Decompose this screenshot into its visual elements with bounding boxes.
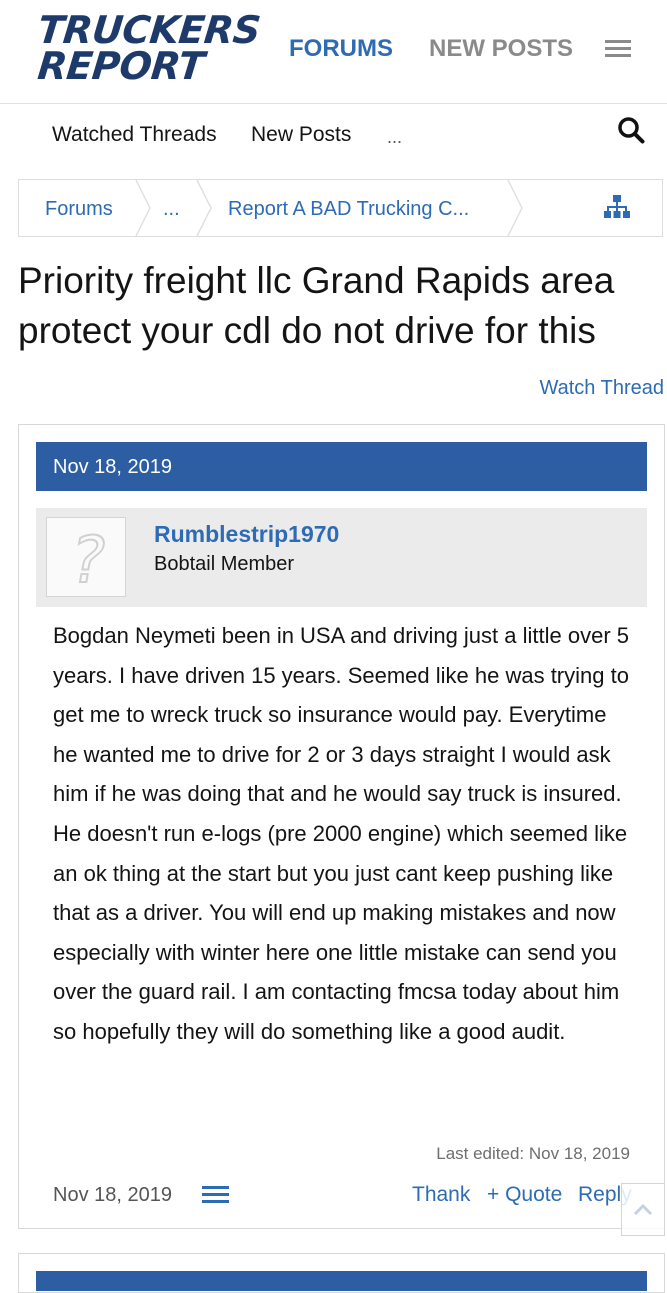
breadcrumb-chevron-icon: [135, 180, 151, 236]
last-edited: Last edited: Nov 18, 2019: [436, 1144, 630, 1163]
sitemap-icon[interactable]: [604, 195, 630, 219]
chevron-up-icon: [633, 1203, 653, 1216]
header-divider: [0, 103, 667, 104]
breadcrumb-chevron-icon: [507, 180, 523, 236]
subnav-new-posts[interactable]: New Posts: [251, 122, 351, 148]
thank-button[interactable]: Thank: [412, 1182, 470, 1208]
next-post-date-bar: [36, 1271, 647, 1291]
hamburger-icon[interactable]: [605, 40, 631, 58]
subnav-watched-threads[interactable]: Watched Threads: [52, 122, 217, 148]
logo-line-1: TRUCKERS: [35, 8, 263, 52]
breadcrumb-report-bad-trucking[interactable]: Report A BAD Trucking C...: [228, 197, 469, 221]
search-icon[interactable]: [617, 116, 645, 144]
post-user-block: [36, 508, 647, 607]
post-username[interactable]: Rumblestrip1970: [154, 520, 339, 548]
breadcrumb-forums[interactable]: Forums: [45, 197, 113, 221]
quote-button[interactable]: + Quote: [487, 1182, 562, 1208]
breadcrumb: Forums ... Report A BAD Trucking C...: [18, 179, 663, 237]
nav-new-posts[interactable]: NEW POSTS: [429, 34, 573, 64]
post-date-bar: Nov 18, 2019: [36, 442, 647, 491]
post-date: Nov 18, 2019: [53, 456, 172, 478]
logo-line-2: REPORT: [35, 44, 207, 88]
breadcrumb-chevron-icon: [196, 180, 212, 236]
post-footer-date[interactable]: Nov 18, 2019: [53, 1182, 172, 1208]
post-menu-icon[interactable]: [202, 1186, 229, 1203]
scroll-to-top-button[interactable]: [621, 1183, 665, 1236]
truckers-report-logo[interactable]: TRUCKERS REPORT: [35, 8, 263, 88]
thread-title: Priority freight llc Grand Rapids area p…: [18, 260, 615, 351]
question-mark-avatar-icon: ?: [64, 522, 113, 598]
svg-text:?: ?: [65, 523, 112, 596]
post-user-title: Bobtail Member: [154, 553, 295, 575]
site-header: TRUCKERS REPORT FORUMS NEW POSTS: [0, 0, 667, 104]
post-body: Bogdan Neymeti been in USA and driving j…: [53, 623, 629, 1044]
breadcrumb-ellipsis[interactable]: ...: [163, 197, 180, 221]
watch-thread-link[interactable]: Watch Thread: [539, 375, 664, 401]
nav-forums[interactable]: FORUMS: [289, 34, 393, 64]
avatar[interactable]: ?: [46, 517, 126, 599]
subnav-more[interactable]: ...: [387, 124, 402, 150]
